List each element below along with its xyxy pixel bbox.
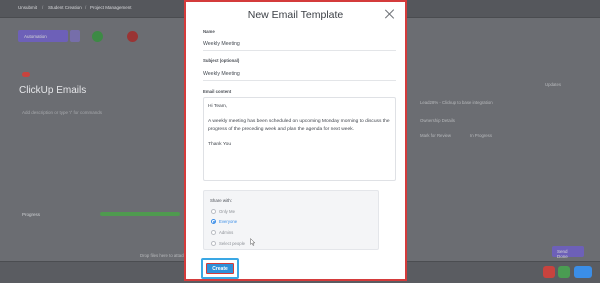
- background-tag-icon: [22, 72, 30, 77]
- background-send-button: Send Done: [552, 246, 584, 259]
- background-right-text: Lead28% - Clickup to base integration: [420, 100, 493, 105]
- name-label: Name: [203, 29, 215, 34]
- background-right-text: Updates: [545, 82, 562, 87]
- radio-button-selected[interactable]: [211, 218, 216, 224]
- share-option-label: Admins: [219, 229, 234, 235]
- close-icon[interactable]: [384, 8, 396, 20]
- radio-button[interactable]: [211, 240, 216, 246]
- background-status-icon: [92, 31, 103, 42]
- share-with-label: Share with:: [210, 198, 232, 203]
- breadcrumb-item: Unsubmit: [18, 5, 38, 10]
- background-progress-bar: [100, 212, 180, 216]
- radio-button[interactable]: [211, 229, 216, 235]
- new-email-template-dialog: New Email Template Name Subject (optiona…: [184, 0, 407, 281]
- share-with-panel: Share with: Only Me Everyone Admins Sele…: [203, 190, 379, 250]
- share-option-label: Only Me: [219, 208, 235, 214]
- subject-label: Subject (optional): [203, 58, 240, 63]
- create-button[interactable]: Create: [206, 263, 234, 274]
- radio-button[interactable]: [211, 208, 216, 214]
- background-dropdown-button: [70, 30, 80, 42]
- share-option-label: Everyone: [219, 218, 238, 224]
- email-content-label: Email content: [203, 89, 232, 94]
- background-right-text: In Progress: [470, 133, 492, 138]
- share-option-everyone[interactable]: Everyone: [211, 217, 237, 225]
- content-body: A weekly meeting has been scheduled on u…: [208, 119, 390, 132]
- background-doc-subtitle: Add description or type '/' for commands: [22, 110, 103, 115]
- subject-field[interactable]: [203, 68, 396, 81]
- name-field[interactable]: [203, 38, 396, 51]
- background-right-text: Ownership Details: [420, 118, 455, 123]
- background-doc-title: ClickUp Emails: [19, 85, 87, 96]
- breadcrumb-item: Project Management: [90, 5, 132, 10]
- share-option-label: Select people: [219, 240, 246, 246]
- background-automation-button: Automation: [18, 30, 68, 42]
- breadcrumb-separator: /: [85, 5, 87, 10]
- background-right-text: Mark for Review: [420, 133, 452, 138]
- background-flag-icon: [127, 31, 138, 42]
- breadcrumb-item: Student Creation: [48, 5, 82, 10]
- share-option-admins[interactable]: Admins: [211, 228, 233, 236]
- dock-icon: [558, 266, 570, 278]
- share-option-only-me[interactable]: Only Me: [211, 207, 235, 215]
- dock-icon: [543, 266, 555, 278]
- content-signoff: Thank You: [208, 142, 232, 148]
- dock-icon: [574, 266, 592, 278]
- background-progress-label: Progress: [22, 212, 41, 217]
- email-content-editor[interactable]: Hi Team, A weekly meeting has been sched…: [203, 97, 396, 181]
- breadcrumb-separator: /: [42, 5, 44, 10]
- mouse-cursor-icon: [250, 238, 256, 246]
- create-button-highlight: Create: [201, 258, 239, 279]
- dialog-title: New Email Template: [247, 9, 344, 21]
- content-greeting: Hi Team,: [208, 104, 228, 109]
- share-option-select-people[interactable]: Select people: [211, 239, 245, 247]
